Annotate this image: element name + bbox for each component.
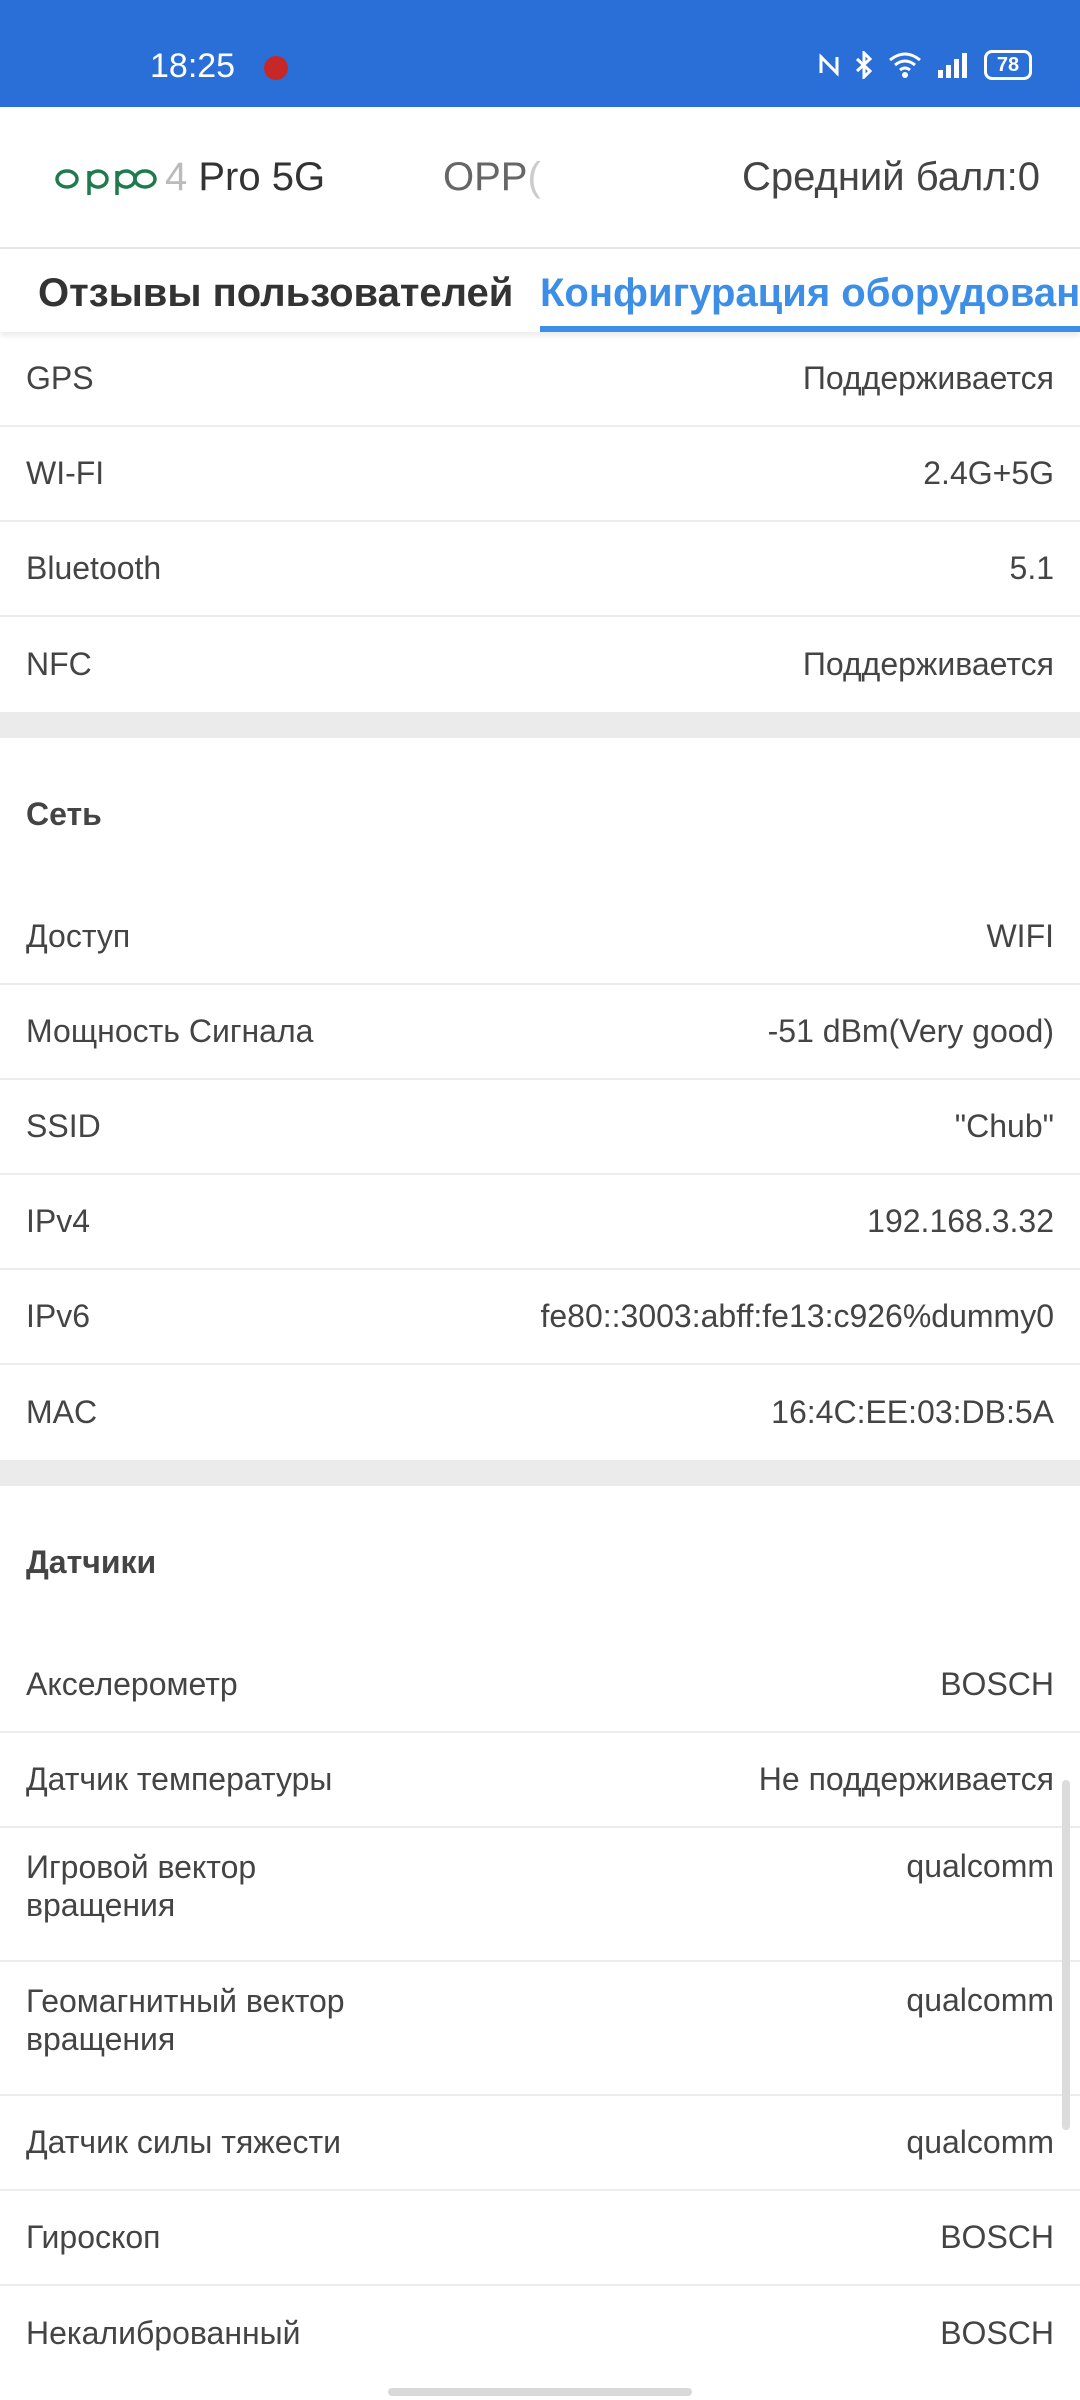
status-icons: 78 (818, 50, 1032, 80)
device-header: 4 Pro 5G OPP( Средний балл:0 (0, 107, 1080, 249)
device-model-current[interactable]: 4 Pro 5G (165, 155, 325, 200)
spec-row-temperature-sensor: Датчик температуры Не поддерживается (0, 1733, 1080, 1828)
spec-row-accelerometer: Акселерометр BOSCH (0, 1638, 1080, 1733)
spec-row-uncalibrated: Некалиброванный BOSCH (26, 2315, 1054, 2351)
average-score: Средний балл:0 (741, 155, 1040, 199)
tab-hardware-config[interactable]: Конфигурация оборудовани (540, 271, 1080, 316)
spec-row-signal-strength: Мощность Сигнала -51 dBm(Very good) (0, 985, 1080, 1080)
tab-user-reviews[interactable]: Отзывы пользователей (38, 271, 513, 316)
device-model-compare[interactable]: OPP( (443, 155, 541, 200)
hardware-config-list[interactable]: GPS Поддерживается WI-FI 2.4G+5G Bluetoo… (0, 332, 1080, 2381)
battery-icon: 78 (984, 50, 1032, 80)
spec-row-access: Доступ WIFI (0, 890, 1080, 985)
spec-row-gravity-sensor: Датчик силы тяжести qualcomm (0, 2096, 1080, 2191)
section-title-network: Сеть (26, 795, 102, 832)
status-bar: 18:25 78 (0, 0, 1080, 107)
spec-row-mac: MAC 16:4C:EE:03:DB:5A (26, 1394, 1054, 1430)
section-divider (0, 712, 1080, 738)
spec-row-game-rotation-vector: Игровой вектор вращения qualcomm (0, 1828, 1080, 1962)
spec-row-ssid: SSID "Chub" (0, 1080, 1080, 1175)
status-time: 18:25 (150, 47, 236, 85)
bluetooth-icon (855, 51, 873, 79)
section-divider (0, 1460, 1080, 1486)
spec-row-geomagnetic-rotation-vector: Геомагнитный вектор вращения qualcomm (0, 1962, 1080, 2096)
spec-row-gps: GPS Поддерживается (0, 332, 1080, 427)
spec-row-nfc: NFC Поддерживается (26, 646, 1054, 682)
spec-row-bluetooth: Bluetooth 5.1 (0, 522, 1080, 617)
scrollbar[interactable] (1062, 1780, 1070, 2130)
notification-app-icon (264, 56, 288, 80)
spec-row-ipv4: IPv4 192.168.3.32 (0, 1175, 1080, 1270)
spec-row-gyroscope: Гироскоп BOSCH (0, 2191, 1080, 2286)
spec-row-wifi: WI-FI 2.4G+5G (0, 427, 1080, 522)
nfc-icon (819, 53, 839, 77)
signal-icon (938, 53, 967, 78)
section-title-sensors: Датчики (26, 1543, 157, 1580)
wifi-icon (889, 52, 921, 78)
tab-bar: Отзывы пользователей Конфигурация оборуд… (0, 249, 1080, 332)
spec-row-ipv6: IPv6 fe80::3003:abff:fe13:c926%dummy0 (0, 1270, 1080, 1365)
home-indicator[interactable] (388, 2388, 692, 2396)
